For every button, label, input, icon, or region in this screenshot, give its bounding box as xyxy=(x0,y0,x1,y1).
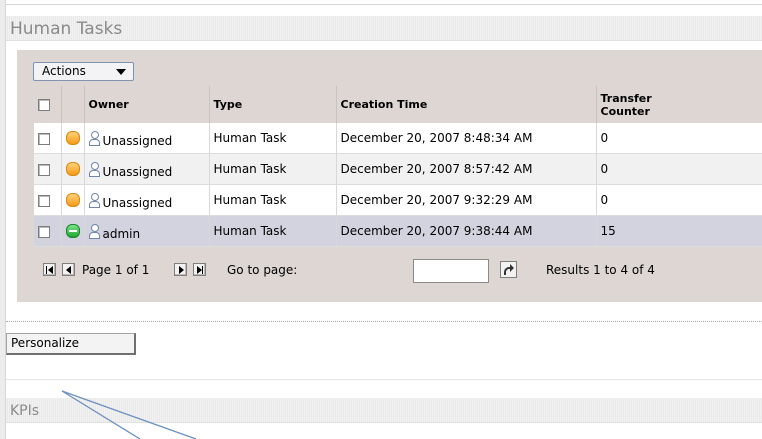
annotation-overlay xyxy=(61,390,197,439)
